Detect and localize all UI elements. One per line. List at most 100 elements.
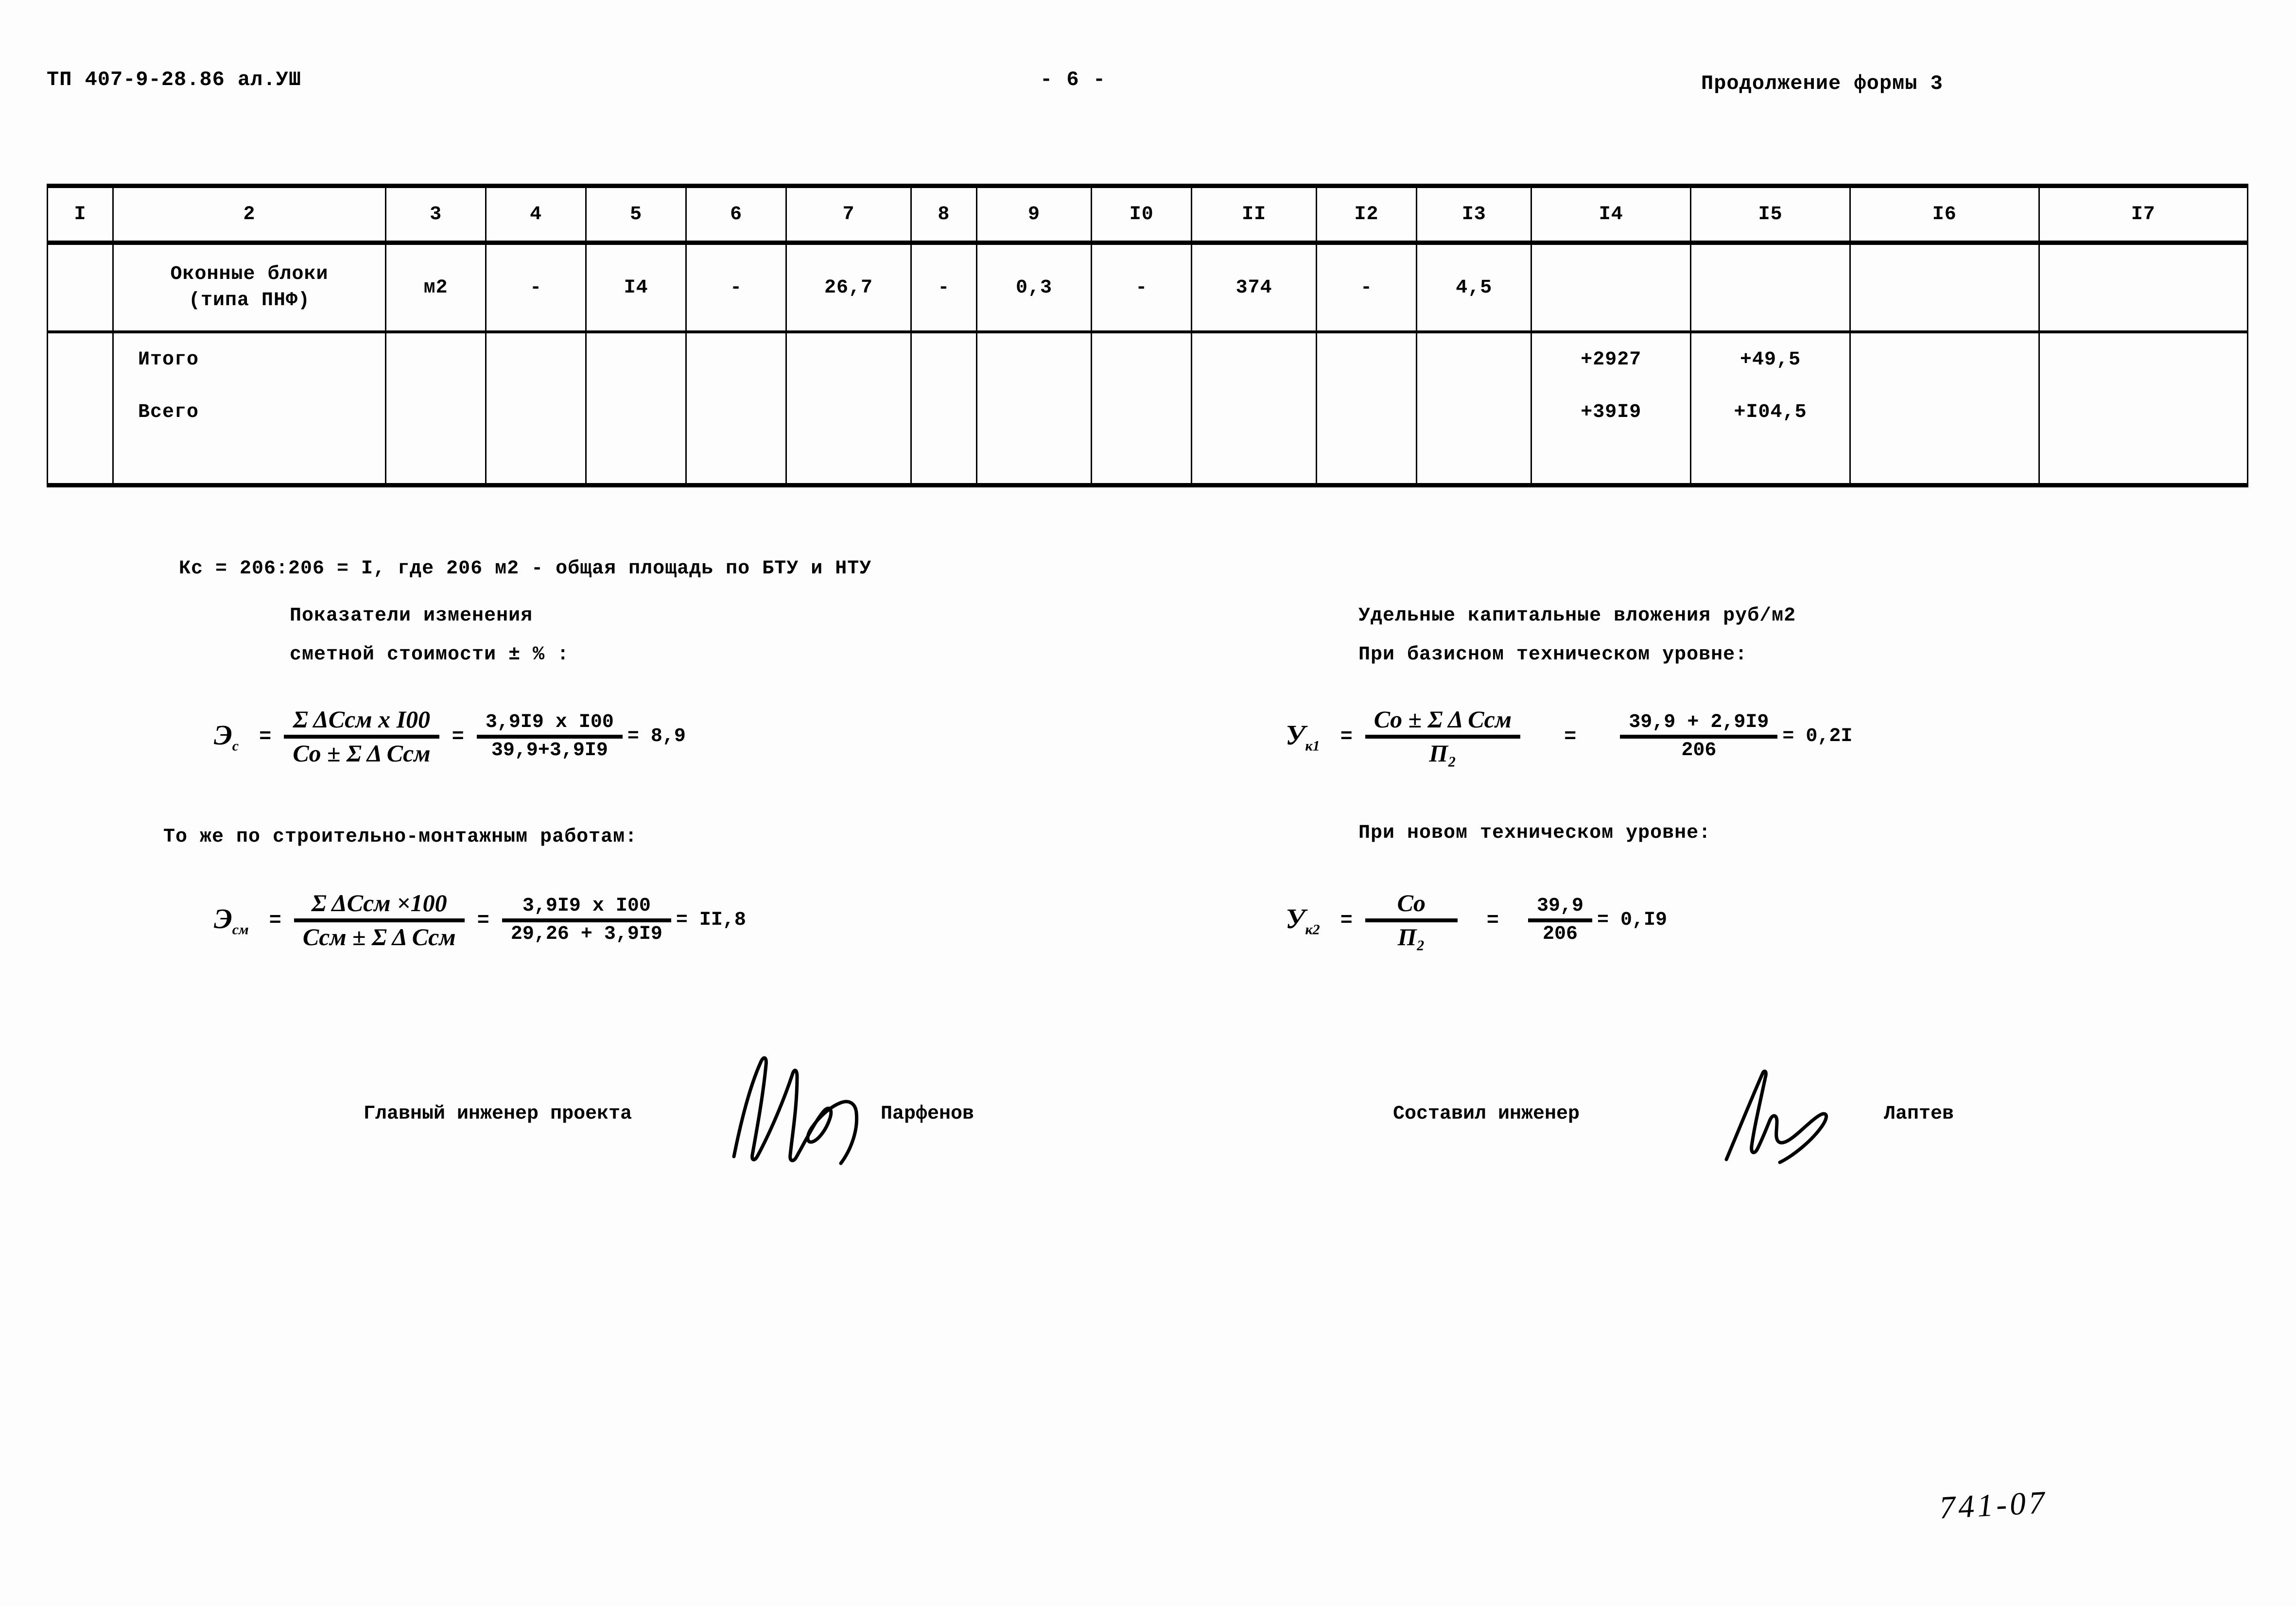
- formula-es-result: = 8,9: [627, 726, 686, 747]
- item-name-cell: Оконные блоки (типа ПНФ): [112, 242, 387, 332]
- vsego-c11: [1191, 386, 1317, 438]
- cell-unit: м2: [385, 242, 487, 332]
- col-num-6: 6: [685, 184, 787, 245]
- formula-esm: Эсм = Σ ΔCсм ×100 Cсм ± Σ Δ Cсм = 3,9I9 …: [214, 888, 746, 952]
- tail-c1: [47, 438, 114, 487]
- cell-col7: 26,7: [785, 242, 912, 332]
- itogo-c17: [2038, 333, 2249, 386]
- col-num-8: 8: [910, 184, 977, 245]
- tail-c8: [910, 438, 977, 487]
- itogo-c8: [910, 333, 977, 386]
- formula-uk2-denominator-1: П₂: [1397, 923, 1425, 950]
- formula-uk2: Ук2 = Cо П₂ = 39,9 206 = 0,I9: [1286, 888, 1667, 952]
- col-num-10: I0: [1091, 184, 1193, 245]
- itogo-c3: [385, 333, 487, 386]
- formula-es-bar-2: [476, 734, 623, 739]
- cell-col11: 374: [1191, 242, 1317, 332]
- formula-es-numerator-2: 3,9I9 x I00: [485, 711, 614, 733]
- left-heading-line2: сметной стоимости ± % :: [290, 644, 570, 666]
- tail-c17: [2038, 438, 2249, 487]
- vsego-c9: [975, 386, 1093, 438]
- col-num-5: 5: [585, 184, 687, 245]
- formula-esm-denominator-1: Cсм ± Σ Δ Cсм: [302, 923, 456, 950]
- formula-uk1-equals-2: =: [1564, 725, 1577, 748]
- formula-uk2-denominator-2: 206: [1543, 923, 1578, 945]
- cell-col17: [2038, 242, 2249, 332]
- tail-c5: [585, 438, 687, 487]
- vsego-c8: [910, 386, 977, 438]
- page-number: - 6 -: [1040, 68, 1107, 91]
- itogo-c15: +49,5: [1690, 333, 1851, 386]
- vsego-c13: [1415, 386, 1532, 438]
- tail-c2: [112, 438, 387, 487]
- formula-uk2-bar-2: [1528, 918, 1593, 922]
- signature-parfenov: [732, 1056, 859, 1165]
- tail-c4: [485, 438, 587, 487]
- col-num-12: I2: [1315, 184, 1417, 245]
- formula-es-bar-1: [284, 734, 439, 739]
- formula-uk2-bar-1: [1365, 918, 1458, 922]
- formula-esm-result: = II,8: [676, 909, 746, 931]
- tail-c7: [785, 438, 912, 487]
- itogo-c7: [785, 333, 912, 386]
- formula-uk2-numerator-2: 39,9: [1537, 895, 1584, 917]
- formula-uk2-numerator-1: Cо: [1397, 889, 1426, 916]
- item-name-line1: Оконные блоки: [170, 263, 329, 285]
- cell-col4: -: [485, 242, 587, 332]
- handwritten-archive-code: 741-07: [1938, 1485, 2049, 1526]
- vsego-c12: [1315, 386, 1417, 438]
- left-signature-name: Парфенов: [881, 1103, 974, 1125]
- formula-es-fraction-1: Σ ΔCсм x I00 Cо ± Σ Δ Cсм: [284, 705, 439, 768]
- col-num-16: I6: [1849, 184, 2040, 245]
- itogo-c12: [1315, 333, 1417, 386]
- vsego-c14: +39I9: [1531, 386, 1692, 438]
- formula-uk2-fraction-2: 39,9 206: [1528, 894, 1593, 947]
- vsego-c15: +I04,5: [1690, 386, 1851, 438]
- tail-c12: [1315, 438, 1417, 487]
- data-table: I 2 3 4 5 6 7 8 9 I0 II I2 I3 I4 I5 I6 I…: [47, 184, 2249, 487]
- vsego-c7: [785, 386, 912, 438]
- cell-col15: [1690, 242, 1851, 332]
- form-continuation-label: Продолжение формы 3: [1701, 72, 1943, 95]
- cell-col10: -: [1091, 242, 1193, 332]
- vsego-c10: [1091, 386, 1193, 438]
- tail-c14: [1531, 438, 1692, 487]
- formula-uk2-equals-1: =: [1340, 908, 1353, 932]
- formula-esm-numerator-2: 3,9I9 x I00: [522, 895, 651, 917]
- formula-uk1-numerator-1: Cо ± Σ Δ Cсм: [1374, 706, 1512, 733]
- itogo-c13: [1415, 333, 1532, 386]
- left-signature-role: Главный инженер проекта: [364, 1103, 632, 1125]
- tail-c6: [685, 438, 787, 487]
- formula-esm-numerator-1: Σ ΔCсм ×100: [311, 889, 447, 916]
- table-column-number-row: I 2 3 4 5 6 7 8 9 I0 II I2 I3 I4 I5 I6 I…: [47, 184, 2249, 245]
- col-num-17: I7: [2038, 184, 2249, 245]
- col-num-9: 9: [975, 184, 1093, 245]
- itogo-c5: [585, 333, 687, 386]
- tail-c9: [975, 438, 1093, 487]
- right-signature-name: Лаптев: [1884, 1103, 1954, 1125]
- formula-uk1-numerator-2: 39,9 + 2,9I9: [1629, 711, 1769, 733]
- formula-uk1: Ук1 = Cо ± Σ Δ Cсм П₂ = 39,9 + 2,9I9 206…: [1286, 705, 1852, 768]
- vsego-c3: [385, 386, 487, 438]
- formula-es: Эс = Σ ΔCсм x I00 Cо ± Σ Δ Cсм = 3,9I9 x…: [214, 705, 686, 768]
- cell-col5: I4: [585, 242, 687, 332]
- cell-col9: 0,3: [975, 242, 1093, 332]
- tail-c16: [1849, 438, 2040, 487]
- right-subheading: При новом техническом уровне:: [1358, 822, 1711, 844]
- formula-esm-fraction-1: Σ ΔCсм ×100 Cсм ± Σ Δ Cсм: [294, 888, 465, 952]
- itogo-c10: [1091, 333, 1193, 386]
- formula-esm-denominator-2: 29,26 + 3,9I9: [510, 923, 662, 945]
- itogo-c6: [685, 333, 787, 386]
- formula-esm-bar-1: [294, 918, 465, 922]
- vsego-c16: [1849, 386, 2040, 438]
- col-num-15: I5: [1690, 184, 1851, 245]
- formula-uk1-bar-2: [1620, 734, 1778, 739]
- table-row: Оконные блоки (типа ПНФ) м2 - I4 - 26,7 …: [47, 242, 2249, 332]
- formula-uk2-equals-2: =: [1486, 908, 1499, 932]
- itogo-label-cell: Итого: [112, 333, 387, 386]
- vsego-rownum: [47, 386, 114, 438]
- right-heading-line1: Удельные капитальные вложения руб/м2: [1358, 605, 1796, 627]
- formula-uk1-fraction-1: Cо ± Σ Δ Cсм П₂: [1365, 705, 1521, 768]
- table-bottom-row: [47, 438, 2249, 487]
- signature-laptev: [1724, 1069, 1828, 1164]
